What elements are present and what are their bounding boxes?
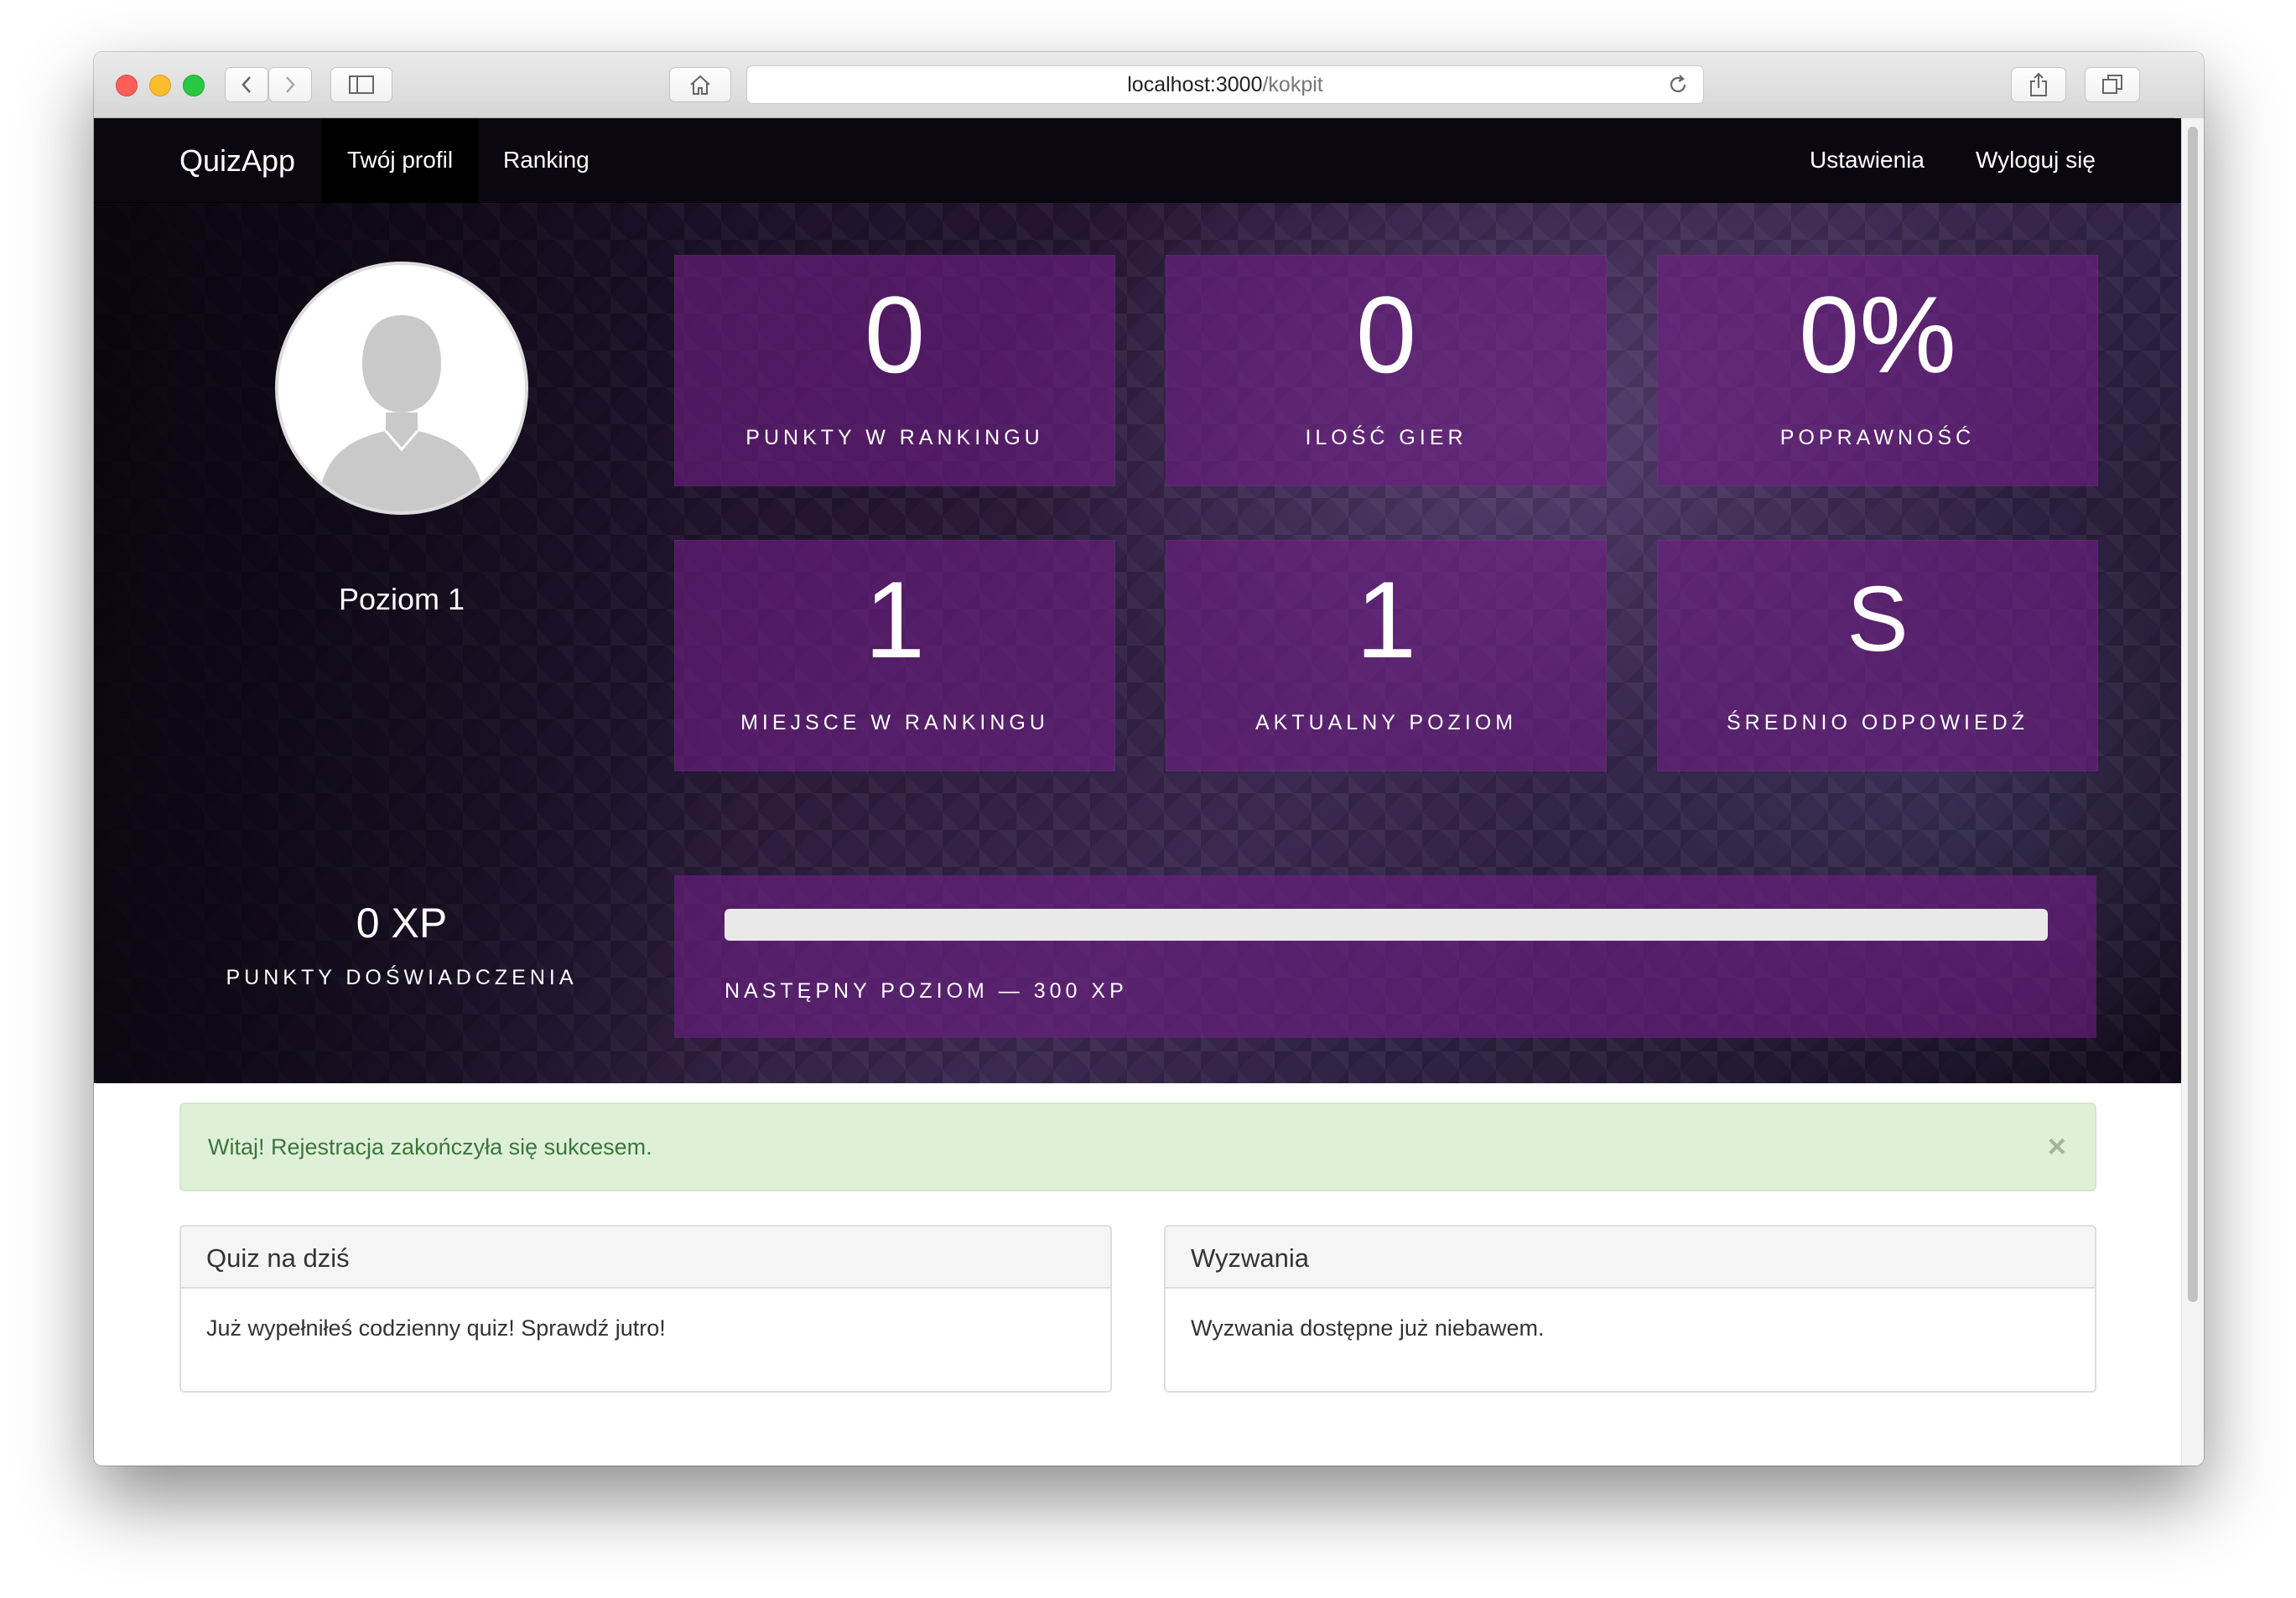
page-content: QuizApp Twój profil Ranking Ustawienia W…	[94, 118, 2182, 1466]
xp-caption: PUNKTY DOŚWIADCZENIA	[226, 966, 578, 989]
page-scrollbar[interactable]	[2181, 118, 2204, 1466]
level-label: Poziom 1	[338, 582, 465, 616]
nav-link-profile[interactable]: Twój profil	[322, 118, 479, 202]
stat-value: 1	[864, 558, 926, 681]
navbar: QuizApp Twój profil Ranking Ustawienia W…	[94, 118, 2182, 203]
share-button[interactable]	[2011, 67, 2066, 102]
profile-hero: Poziom 1 0 PUNKTY W RANKINGU 0 ILOŚĆ GIE…	[94, 203, 2182, 1083]
close-window-button[interactable]	[116, 75, 138, 96]
user-silhouette-icon	[322, 315, 481, 511]
tabs-icon	[2102, 75, 2122, 94]
home-button[interactable]	[669, 67, 731, 102]
back-button[interactable]	[225, 67, 268, 102]
close-icon[interactable]: ×	[2048, 1129, 2066, 1165]
stat-label: POPRAWNOŚĆ	[1779, 426, 1976, 449]
stat-label: PUNKTY W RANKINGU	[745, 426, 1044, 449]
minimize-window-button[interactable]	[149, 75, 171, 96]
challenges-panel: Wyzwania Wyzwania dostępne już niebawem.	[1164, 1225, 2096, 1393]
tabs-overview-button[interactable]	[2085, 67, 2140, 102]
share-icon	[2030, 72, 2047, 96]
url-path: /kokpit	[1262, 72, 1323, 96]
avatar	[275, 262, 528, 515]
nav-link-ranking[interactable]: Ranking	[478, 118, 615, 202]
forward-button[interactable]	[268, 67, 312, 102]
nav-link-logout[interactable]: Wyloguj się	[1951, 118, 2121, 202]
chevron-left-icon	[242, 76, 251, 93]
panel-body: Już wypełniłeś codzienny quiz! Sprawdź j…	[206, 1315, 666, 1341]
stat-value: 0	[864, 273, 926, 396]
panel-title: Quiz na dziś	[181, 1227, 1110, 1289]
sidebar-icon	[349, 75, 374, 94]
stat-label: AKTUALNY POZIOM	[1254, 711, 1518, 734]
nav-link-settings[interactable]: Ustawienia	[1784, 118, 1950, 202]
address-bar[interactable]: localhost:3000/kokpit	[746, 65, 1704, 104]
stat-tile-avg-answer: S ŚREDNIO ODPOWIEDŹ	[1657, 540, 2098, 771]
stat-label: ŚREDNIO ODPOWIEDŹ	[1726, 711, 2028, 734]
browser-titlebar: localhost:3000/kokpit	[94, 52, 2204, 118]
panel-title: Wyzwania	[1166, 1227, 2095, 1289]
xp-value: 0 XP	[356, 900, 448, 947]
stat-label: MIEJSCE W RANKINGU	[740, 711, 1049, 734]
stat-value: S	[1847, 568, 1909, 671]
stat-value: 0%	[1799, 273, 1956, 396]
stat-label: ILOŚĆ GIER	[1305, 426, 1467, 449]
maximize-window-button[interactable]	[183, 75, 205, 96]
home-icon	[690, 75, 710, 95]
daily-quiz-panel: Quiz na dziś Już wypełniłeś codzienny qu…	[179, 1225, 1112, 1393]
url-host: localhost:3000	[1127, 72, 1263, 96]
sidebar-toggle-button[interactable]	[330, 67, 392, 102]
stat-value: 1	[1355, 558, 1417, 681]
stat-tile-accuracy: 0% POPRAWNOŚĆ	[1657, 255, 2098, 486]
brand-logo[interactable]: QuizApp	[179, 143, 295, 179]
reload-icon[interactable]	[1666, 73, 1690, 96]
level-progress-panel: NASTĘPNY POZIOM — 300 XP	[674, 875, 2096, 1038]
stat-tile-current-level: 1 AKTUALNY POZIOM	[1166, 540, 1607, 771]
stat-tile-ranking-place: 1 MIEJSCE W RANKINGU	[674, 540, 1115, 771]
stat-value: 0	[1355, 273, 1417, 396]
success-alert: Witaj! Rejestracja zakończyła się sukces…	[179, 1103, 2096, 1191]
alert-message: Witaj! Rejestracja zakończyła się sukces…	[208, 1134, 652, 1160]
scrollbar-thumb[interactable]	[2188, 127, 2198, 1302]
panel-body: Wyzwania dostępne już niebawem.	[1191, 1315, 1545, 1341]
stat-tile-ranking-points: 0 PUNKTY W RANKINGU	[674, 255, 1115, 486]
chevron-right-icon	[286, 76, 295, 93]
next-level-label: NASTĘPNY POZIOM — 300 XP	[725, 979, 1128, 1003]
level-progress-bar	[725, 909, 2048, 941]
stat-tile-games-count: 0 ILOŚĆ GIER	[1166, 255, 1607, 486]
browser-window: localhost:3000/kokpit + QuizApp Twój pro…	[94, 52, 2204, 1466]
